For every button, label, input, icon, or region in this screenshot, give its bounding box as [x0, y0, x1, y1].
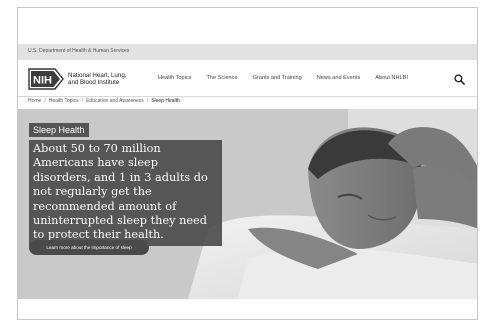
learn-more-button[interactable]: Learn more about the importance of sleep — [29, 240, 149, 255]
site-header: NIH National Heart, Lung, and Blood Inst… — [18, 60, 477, 97]
breadcrumb-current: Sleep Health — [151, 98, 180, 104]
breadcrumb-separator: / — [44, 98, 46, 104]
gov-banner: U.S. Department of Health & Human Servic… — [18, 44, 477, 60]
hero-tag: Sleep Health — [29, 123, 89, 137]
logo-text: National Heart, Lung, and Blood Institut… — [68, 72, 148, 86]
nav-health-topics[interactable]: Health Topics — [158, 75, 191, 81]
breadcrumb-separator: / — [81, 98, 84, 104]
breadcrumb-separator: / — [146, 98, 149, 104]
breadcrumb-health-topics[interactable]: Health Topics — [49, 98, 79, 104]
svg-text:NIH: NIH — [33, 75, 52, 87]
breadcrumb-home[interactable]: Home — [28, 98, 41, 104]
logo-text-line2: and Blood Institute — [68, 79, 120, 86]
page-content-area — [18, 299, 477, 319]
nav-the-science[interactable]: The Science — [206, 75, 237, 81]
browser-frame: U.S. Department of Health & Human Servic… — [17, 7, 478, 320]
hero-banner: Sleep Health About 50 to 70 million Amer… — [18, 109, 477, 299]
breadcrumb: Home / Health Topics / Education and Awa… — [28, 98, 180, 104]
breadcrumb-education-and-awareness[interactable]: Education and Awareness — [86, 98, 144, 104]
nav-grants-and-training[interactable]: Grants and Training — [253, 75, 302, 81]
nav-news-and-events[interactable]: News and Events — [317, 75, 361, 81]
hero-statement: About 50 to 70 million Americans have sl… — [29, 140, 222, 246]
nhlbi-logo[interactable]: NIH National Heart, Lung, and Blood Inst… — [28, 68, 148, 90]
gov-banner-text[interactable]: U.S. Department of Health & Human Servic… — [28, 48, 129, 54]
nav-about-nhlbi[interactable]: About NHLBI — [375, 75, 408, 81]
main-nav: Health Topics The Science Grants and Tra… — [158, 75, 423, 81]
nih-logo-mark: NIH — [28, 68, 64, 90]
logo-text-line1: National Heart, Lung, — [68, 72, 127, 79]
search-icon[interactable] — [454, 74, 465, 85]
